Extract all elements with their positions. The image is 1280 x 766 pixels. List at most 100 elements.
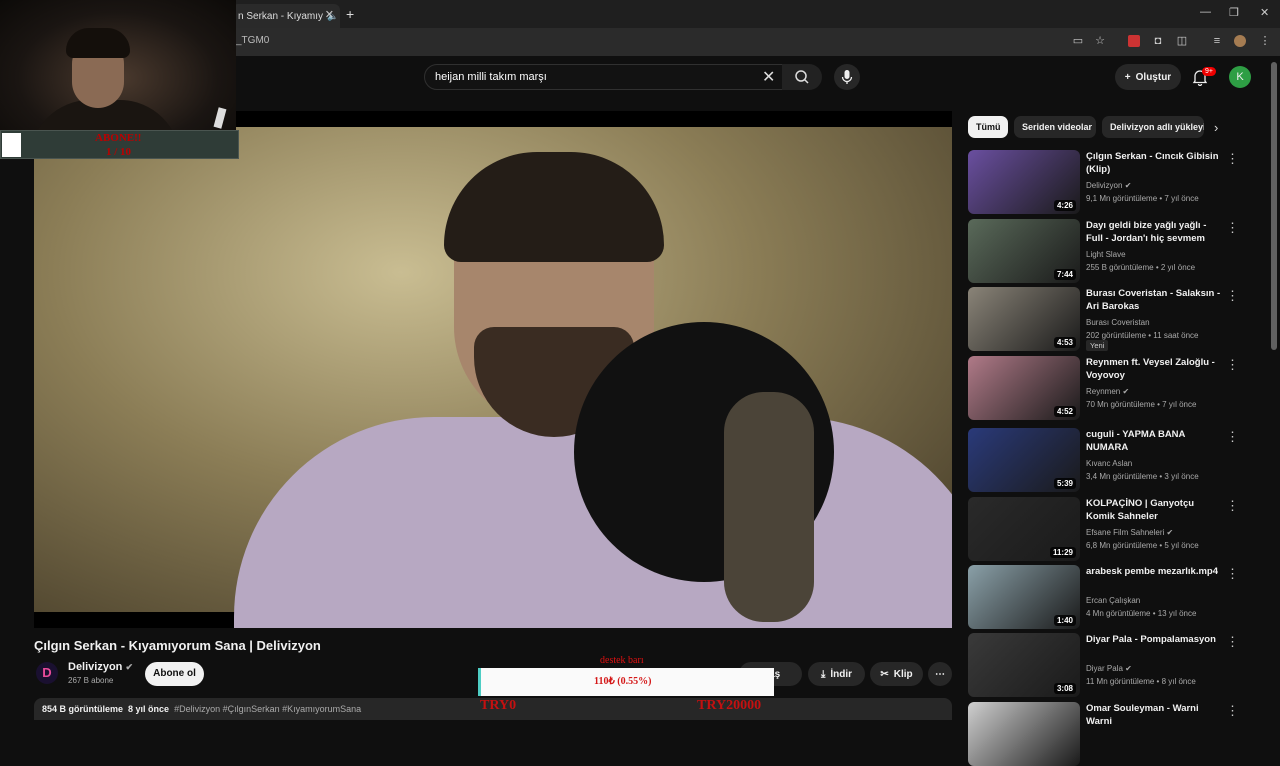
video-thumbnail[interactable]: 4:52 xyxy=(968,356,1080,420)
recommendation-title[interactable]: cuguli - YAPMA BANA NUMARA xyxy=(1086,428,1224,454)
mic-icon xyxy=(841,70,853,84)
recommendation-item[interactable]: 4:53 Burası Coveristan - Salaksın - Ari B… xyxy=(968,287,1268,351)
extension-icon[interactable]: ◘ xyxy=(1152,35,1164,47)
new-tab-button[interactable]: + xyxy=(346,6,354,22)
more-actions-button[interactable]: ⋯ xyxy=(928,662,952,686)
upload-age: 8 yıl önce xyxy=(128,704,170,714)
menu-kebab-icon[interactable]: ⋮ xyxy=(1259,35,1271,47)
recommendation-title[interactable]: Omar Souleyman - Warni Warni xyxy=(1086,702,1224,728)
chevron-right-icon[interactable]: › xyxy=(1214,120,1218,135)
chip-all[interactable]: Tümü xyxy=(968,116,1008,138)
more-vertical-icon[interactable]: ⋮ xyxy=(1226,634,1239,650)
video-thumbnail[interactable]: 1:40 xyxy=(968,565,1080,629)
more-vertical-icon[interactable]: ⋮ xyxy=(1226,429,1239,445)
recommendation-channel[interactable]: Ercan Çalışkan xyxy=(1086,595,1140,607)
recommendation-meta: 11 Mn görüntüleme • 8 yıl önce xyxy=(1086,677,1196,686)
recommendation-item[interactable]: 5:39 cuguli - YAPMA BANA NUMARA Kıvanc Asl… xyxy=(968,428,1268,492)
recommendation-channel[interactable]: Burası Coveristan xyxy=(1086,317,1150,329)
channel-avatar[interactable]: D xyxy=(36,662,58,684)
recommendation-item[interactable]: 1:40 arabesk pembe mezarlık.mp4 Ercan Çalı… xyxy=(968,565,1268,629)
chip-uploader[interactable]: Delivizyon adlı yükleyi xyxy=(1102,116,1204,138)
recommendation-item[interactable]: 4:52 Reynmen ft. Veysel Zaloğlu - Voyovoy… xyxy=(968,356,1268,420)
extension-icon[interactable] xyxy=(1128,35,1140,47)
hashtags[interactable]: #Delivizyon #ÇılgınSerkan #KıyamıyorumSa… xyxy=(174,704,361,714)
url-text[interactable]: _TGM0 xyxy=(236,35,269,46)
webcam-person-hair xyxy=(66,28,130,58)
duration-badge: 5:39 xyxy=(1053,478,1076,489)
video-thumbnail[interactable]: 5:39 xyxy=(968,428,1080,492)
recommendation-channel[interactable]: Delivizyon ✔ xyxy=(1086,180,1131,192)
recommendation-channel-text: Delivizyon xyxy=(1086,181,1123,190)
search-input[interactable]: heijan milli takım marşı xyxy=(424,64,792,90)
profile-icon[interactable] xyxy=(1234,35,1246,47)
recommendation-title[interactable]: Reynmen ft. Veysel Zaloğlu - Voyovoy xyxy=(1086,356,1224,382)
more-vertical-icon[interactable]: ⋮ xyxy=(1226,703,1239,719)
more-vertical-icon[interactable]: ⋮ xyxy=(1226,220,1239,236)
minimize-icon[interactable]: — xyxy=(1200,6,1211,18)
cast-icon[interactable]: ▭ xyxy=(1072,35,1084,47)
more-vertical-icon[interactable]: ⋮ xyxy=(1226,288,1239,304)
recommendation-channel[interactable]: Kıvanc Aslan xyxy=(1086,458,1132,470)
clip-button[interactable]: ✂ Klip xyxy=(870,662,923,686)
video-player[interactable] xyxy=(34,111,952,628)
chip-series-videos[interactable]: Seriden videolar xyxy=(1014,116,1096,138)
avatar[interactable]: K xyxy=(1229,66,1251,88)
recommendation-item[interactable]: 11:29 KOLPAÇİNO | Ganyotçu Komik Sahneler… xyxy=(968,497,1268,561)
recommendation-title[interactable]: KOLPAÇİNO | Ganyotçu Komik Sahneler xyxy=(1086,497,1224,523)
recommendation-item[interactable]: Omar Souleyman - Warni Warni ⋮ xyxy=(968,702,1268,766)
scrollbar-thumb[interactable] xyxy=(1271,62,1277,350)
recommendation-channel-text: Efsane Film Sahneleri xyxy=(1086,528,1165,537)
more-vertical-icon[interactable]: ⋮ xyxy=(1226,151,1239,167)
recommendation-channel-text: Kıvanc Aslan xyxy=(1086,459,1133,468)
voice-search-button[interactable] xyxy=(834,64,860,90)
recommendation-channel-text: Light Slave xyxy=(1086,250,1126,259)
browser-tab[interactable]: n Serkan - Kıyamıy 🔈 ✕ xyxy=(232,4,340,28)
recommendation-title[interactable]: Burası Coveristan - Salaksın - Ari Barok… xyxy=(1086,287,1224,313)
recommendation-item[interactable]: 4:26 Çılgın Serkan - Cıncık Gibisin (Klip… xyxy=(968,150,1268,214)
tab-title: n Serkan - Kıyamıy xyxy=(238,10,324,22)
search-button[interactable] xyxy=(782,64,822,90)
window-close-icon[interactable]: ✕ xyxy=(1260,6,1269,19)
restore-icon[interactable]: ❐ xyxy=(1229,6,1239,19)
channel-name[interactable]: Delivizyon ✔ xyxy=(68,661,133,673)
clip-label: Klip xyxy=(893,668,913,680)
more-vertical-icon[interactable]: ⋮ xyxy=(1226,498,1239,514)
video-thumbnail[interactable]: 4:26 xyxy=(968,150,1080,214)
tab-close-icon[interactable]: ✕ xyxy=(325,8,334,21)
recommendation-title[interactable]: Çılgın Serkan - Cıncık Gibisin (Klip) xyxy=(1086,150,1224,176)
recommendation-item[interactable]: 7:44 Dayı geldi bize yağlı yağlı - Full -… xyxy=(968,219,1268,283)
subscriber-goal-fill xyxy=(2,133,21,157)
video-thumbnail[interactable]: 11:29 xyxy=(968,497,1080,561)
recommendation-channel[interactable]: Diyar Pala ✔ xyxy=(1086,663,1132,675)
donation-value: 110₺ (0.55%) xyxy=(594,676,652,687)
recommendation-title[interactable]: Diyar Pala - Pompalamasyon xyxy=(1086,633,1224,646)
recommendation-title[interactable]: arabesk pembe mezarlık.mp4 xyxy=(1086,565,1224,578)
recommendation-channel[interactable]: Reynmen ✔ xyxy=(1086,386,1129,398)
recommendation-channel[interactable]: Light Slave xyxy=(1086,249,1126,261)
clear-icon[interactable]: ✕ xyxy=(762,67,775,87)
puzzle-icon[interactable]: ◫ xyxy=(1176,35,1188,47)
reading-list-icon[interactable]: ≡ xyxy=(1211,35,1223,47)
video-thumbnail[interactable]: 3:08 xyxy=(968,633,1080,697)
create-button[interactable]: + Oluştur xyxy=(1115,64,1181,90)
webcam-overlay xyxy=(0,0,236,130)
duration-badge: 4:53 xyxy=(1053,337,1076,348)
bookmark-star-icon[interactable]: ☆ xyxy=(1094,35,1106,47)
video-thumbnail[interactable]: 7:44 xyxy=(968,219,1080,283)
recommendation-meta: 9,1 Mn görüntüleme • 7 yıl önce xyxy=(1086,194,1199,203)
recommendation-item[interactable]: 3:08 Diyar Pala - Pompalamasyon Diyar Pala… xyxy=(968,633,1268,697)
subscribe-button[interactable]: Abone ol xyxy=(145,662,204,686)
recommendation-channel[interactable]: Efsane Film Sahneleri ✔ xyxy=(1086,527,1173,539)
verified-icon: ✔ xyxy=(1124,181,1132,190)
subscriber-count: 267 B abone xyxy=(68,676,114,685)
more-vertical-icon[interactable]: ⋮ xyxy=(1226,357,1239,373)
download-button[interactable]: ⤓ İndir xyxy=(808,662,865,686)
more-vertical-icon[interactable]: ⋮ xyxy=(1226,566,1239,582)
video-thumbnail[interactable]: 4:53 xyxy=(968,287,1080,351)
video-figure-hair xyxy=(444,152,664,262)
duration-badge: 11:29 xyxy=(1049,547,1076,558)
video-thumbnail[interactable] xyxy=(968,702,1080,766)
search-icon xyxy=(795,70,809,84)
recommendation-title[interactable]: Dayı geldi bize yağlı yağlı - Full - Jor… xyxy=(1086,219,1224,245)
verified-icon: ✔ xyxy=(1166,528,1174,537)
